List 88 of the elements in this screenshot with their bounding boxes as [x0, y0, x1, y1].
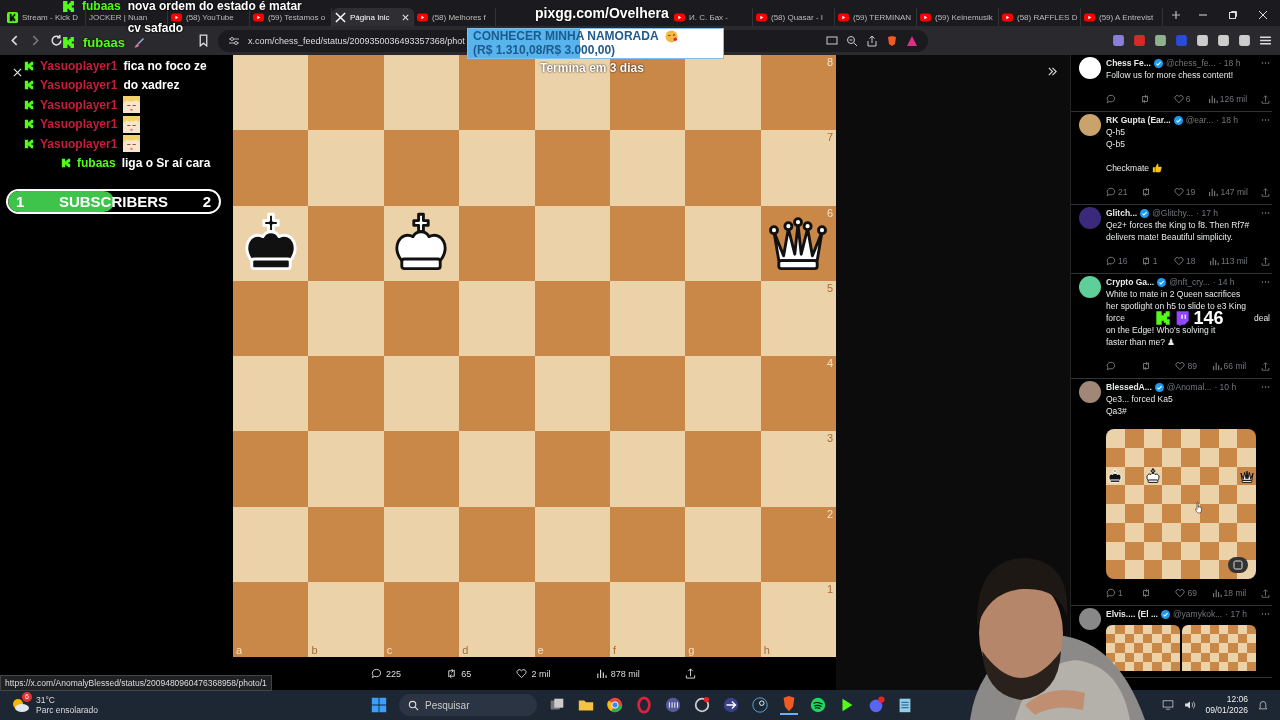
like-button[interactable]: 89 — [1175, 360, 1197, 372]
views-button[interactable]: 126 mil — [1207, 93, 1248, 105]
rank-label: 5 — [826, 281, 833, 294]
file-label: a — [236, 644, 243, 656]
post-text: her spotlight on h5 to slide to e3 King — [1106, 300, 1246, 311]
author-handle: @yamykok... — [1172, 608, 1223, 620]
repost-button[interactable]: 1 — [1140, 255, 1161, 267]
chat-username: Yasuoplayer1 — [40, 78, 118, 93]
chat-username: Yasuoplayer1 — [40, 97, 118, 112]
post-text: on the Edge! Who's solving it — [1106, 324, 1216, 336]
rank-label: 3 — [826, 432, 833, 445]
file-label: h — [763, 644, 770, 656]
author-name[interactable]: Chess Fe... — [1106, 57, 1151, 69]
post-text: Q-b5 — [1106, 138, 1125, 150]
chat-username: fubaas — [83, 35, 125, 50]
weather-text: Parc ensolarado — [36, 705, 98, 715]
author-name[interactable]: RK Gupta (Ear... — [1106, 114, 1171, 126]
like-button[interactable]: 69 — [1175, 587, 1197, 599]
like-button[interactable]: 6 — [1173, 93, 1194, 105]
post-time: · 10 h — [1214, 381, 1237, 393]
post-text: Qa3# — [1106, 405, 1127, 417]
chat-message: do xadrez — [123, 78, 180, 93]
rank-label: 2 — [826, 507, 833, 520]
file-label: g — [688, 644, 695, 656]
post-text: Qe2+ forces the King to f8. Then Rf7# — [1106, 219, 1250, 231]
reply-button[interactable]: 225 — [371, 668, 402, 679]
rank-label: 8 — [826, 56, 833, 68]
author-handle: @nft_cry... — [1169, 276, 1210, 288]
file-label: e — [537, 644, 544, 656]
post-text: Q-h5 — [1106, 126, 1125, 138]
clock-time[interactable]: 12:06 — [1226, 694, 1248, 705]
goal-start-count: 1 — [16, 193, 25, 210]
views-button[interactable]: 147 mil — [1208, 186, 1248, 198]
chat-username: Yasuoplayer1 — [40, 136, 118, 151]
post-time: · 18 h — [1218, 57, 1241, 69]
post-time: · 17 h — [1196, 207, 1218, 219]
browser-tab[interactable]: Página Inic — [332, 8, 414, 26]
file-label: d — [462, 644, 469, 656]
author-name[interactable]: Crypto Ga... — [1106, 276, 1155, 288]
author-name[interactable]: Elvis.... (El ... — [1106, 608, 1158, 620]
reply-button[interactable]: 21 — [1106, 186, 1128, 198]
like-button[interactable]: 2 mil — [516, 668, 551, 679]
rank-label: 6 — [826, 206, 833, 219]
clock-date[interactable]: 09/01/2026 — [1205, 705, 1248, 716]
author-handle: @Anomal... — [1166, 381, 1212, 393]
chat-message: fica no foco ze — [123, 58, 207, 73]
post-text: force — [1106, 312, 1125, 324]
rank-label: 1 — [826, 582, 833, 595]
file-label: b — [311, 644, 318, 656]
viewer-count: 146 — [1193, 310, 1224, 326]
like-button[interactable]: 18 — [1174, 255, 1196, 267]
reply-button[interactable]: 1 — [1106, 587, 1126, 599]
author-name[interactable]: Glitch... — [1106, 207, 1138, 219]
chat-message: liga o Sr aí cara — [121, 156, 211, 171]
repost-button[interactable]: 65 — [446, 668, 472, 679]
post-text: Checkmate — [1106, 162, 1149, 174]
file-label: c — [386, 644, 393, 656]
rank-label: 4 — [826, 357, 833, 369]
poll-countdown: Termina em 3 dias — [540, 61, 644, 75]
reply-button[interactable]: 16 — [1106, 255, 1128, 267]
chat-username: Yasuoplayer1 — [40, 117, 118, 132]
post-text: faster than me? ♟ — [1106, 336, 1176, 348]
post-text: Qe3... forced Ka5 — [1106, 393, 1173, 405]
views-button[interactable]: 18 mil — [1211, 587, 1247, 599]
goal-label: SUBSCRIBERS — [58, 193, 169, 210]
post-text: delivers mate! Beautiful simplicity. — [1106, 231, 1233, 243]
link-preview-url: https://x.com/AnomalyBlessed/status/2009480960476368958/photo/1 — [0, 675, 272, 691]
post-time: · 17 h — [1225, 608, 1247, 620]
views-button[interactable]: 66 mil — [1211, 360, 1247, 372]
chat-username: Yasuoplayer1 — [40, 58, 118, 73]
file-label: f — [612, 644, 616, 656]
post-time: · 14 h — [1212, 276, 1235, 288]
temperature: 31°C — [36, 695, 56, 705]
post-text: deal — [1253, 312, 1270, 324]
chat-username: fubaas — [77, 156, 116, 171]
author-handle: @Glitchy... — [1152, 207, 1194, 219]
search-field[interactable]: Pesquisar — [399, 694, 537, 716]
rank-label: 7 — [826, 131, 833, 144]
views-button[interactable]: 878 mil — [595, 668, 640, 679]
like-button[interactable]: 19 — [1173, 186, 1196, 198]
author-name[interactable]: BlessedA... — [1106, 381, 1152, 393]
author-handle: @chess_fe... — [1165, 57, 1216, 69]
post-text: Follow us for more chess content! — [1106, 69, 1234, 81]
author-handle: @ear... — [1185, 114, 1214, 126]
views-button[interactable]: 113 mil — [1208, 255, 1248, 267]
goal-end-count: 2 — [202, 193, 211, 210]
post-time: · 18 h — [1216, 114, 1238, 126]
post-text: White to mate in 2 Queen sacrifices — [1106, 288, 1241, 300]
